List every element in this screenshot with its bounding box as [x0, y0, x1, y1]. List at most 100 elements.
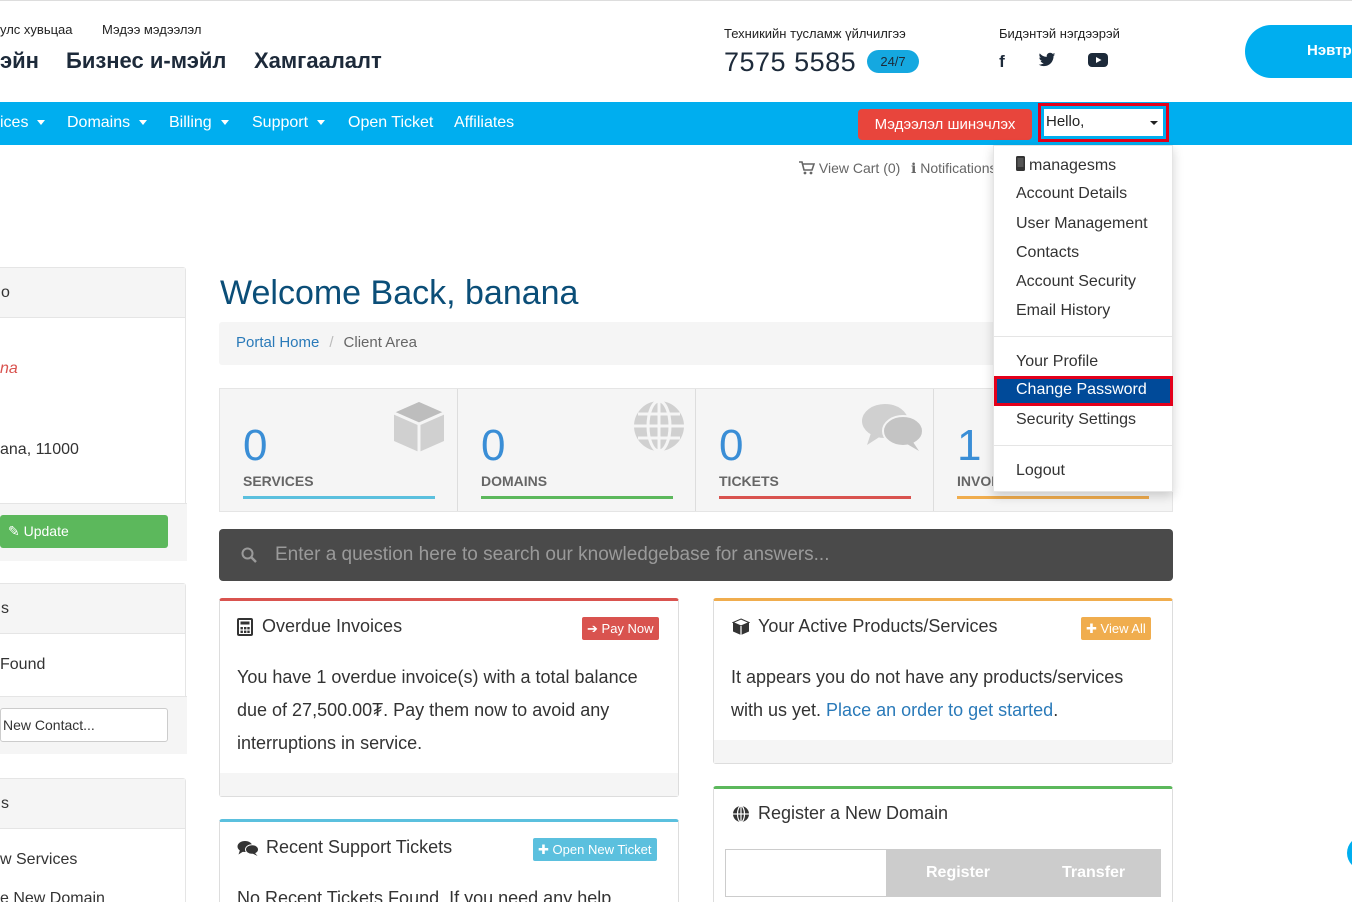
overdue-invoices-panel: Overdue Invoices ➔ Pay Now You have 1 ov… [219, 598, 679, 797]
update-info-button[interactable]: Мэдээлэл шинэчлэх [858, 109, 1032, 140]
active-products-title: Your Active Products/Services [758, 616, 998, 636]
pencil-icon: ✎ [8, 523, 20, 539]
globe-icon [733, 805, 749, 823]
breadcrumb-home[interactable]: Portal Home [236, 334, 319, 351]
shortcut-order-services[interactable]: w Services [0, 851, 77, 869]
overdue-line-2: due of 27,500.00₮. Pay them now to avoid… [237, 700, 610, 720]
account-menu-toggle[interactable]: Hello, [1038, 103, 1169, 142]
menu-item-your-profile[interactable]: Your Profile [1016, 353, 1098, 371]
tile-tickets-count: 0 [719, 421, 744, 470]
products-line-2-prefix: with us yet. [731, 700, 827, 720]
hello-label: Hello, [1046, 113, 1085, 130]
youtube-icon[interactable] [1088, 52, 1108, 72]
domain-search-input[interactable] [725, 849, 887, 897]
register-domain-panel: Register a New Domain Register Transfer [713, 786, 1173, 902]
active-products-footer [714, 740, 1172, 763]
nav-domains[interactable]: Domains [67, 114, 148, 132]
account-dropdown-menu: managesms Account Details User Managemen… [993, 145, 1173, 492]
chat-widget-button[interactable] [1347, 836, 1352, 870]
nav-support[interactable]: Support [252, 114, 326, 132]
new-contact-select[interactable]: New Contact... [0, 708, 168, 742]
recent-tickets-title: Recent Support Tickets [266, 837, 453, 857]
sidebar-shortcuts-title: s [0, 779, 185, 829]
kb-search-bar[interactable]: Enter a question here to search our know… [219, 529, 1173, 581]
nav-open-ticket[interactable]: Open Ticket [348, 114, 433, 132]
pay-now-button[interactable]: ➔ Pay Now [582, 617, 659, 640]
menu-item-email-history[interactable]: Email History [1016, 302, 1110, 320]
caret-down-icon [139, 120, 148, 126]
view-all-button[interactable]: ✚ View All [1081, 617, 1151, 640]
notifications-link[interactable]: i Notifications [911, 160, 995, 177]
tile-services-bar [243, 496, 435, 499]
active-products-text: It appears you do not have any products/… [731, 661, 1161, 727]
shortcut-register-domain[interactable]: e New Domain [0, 890, 105, 902]
view-cart-link[interactable]: View Cart (0) [799, 160, 900, 176]
view-cart-label: View Cart (0) [818, 160, 901, 176]
products-line-2: with us yet. Place an order to get start… [731, 694, 1161, 727]
sidebar-account-title: o [0, 268, 185, 318]
menu-divider [994, 445, 1172, 446]
nav-affiliates[interactable]: Affiliates [454, 114, 514, 132]
products-line-2-suffix: . [1053, 700, 1059, 720]
caret-down-icon [317, 120, 326, 126]
menu-item-security-settings[interactable]: Security Settings [1016, 411, 1136, 429]
tile-invoices-label: INVOI [957, 473, 996, 489]
cube-icon [732, 618, 750, 635]
breadcrumb-separator: / [329, 334, 334, 351]
kb-search-input[interactable]: Enter a question here to search our know… [275, 544, 830, 566]
tile-domains[interactable]: 0 DOMAINS [458, 389, 696, 511]
menu-item-change-password[interactable]: Change Password [994, 376, 1173, 406]
nav-billing[interactable]: Billing [169, 114, 229, 132]
transfer-domain-button[interactable]: Transfer [1062, 864, 1125, 882]
twitter-icon[interactable] [1038, 52, 1056, 72]
products-line-1: It appears you do not have any products/… [731, 667, 1124, 687]
menu-item-logout[interactable]: Logout [1016, 462, 1065, 480]
info-icon: i [911, 161, 917, 177]
domain-actions: Register Transfer [887, 849, 1161, 897]
page-title: Welcome Back, banana [220, 274, 579, 312]
overdue-invoices-footer [220, 773, 678, 796]
sidebar-account-address: ana, 11000 [0, 441, 79, 458]
support-phone[interactable]: 7575 5585 [724, 47, 856, 78]
header-link-business-email[interactable]: Бизнес и-мэйл [66, 48, 226, 74]
open-new-ticket-button[interactable]: ✚ Open New Ticket [533, 838, 657, 861]
update-details-button[interactable]: ✎ Update [0, 515, 168, 548]
header-link-news[interactable]: Мэдээ мэдээлэл [102, 22, 201, 37]
place-order-link[interactable]: Place an order to get started [826, 700, 1053, 720]
menu-item-managesms[interactable]: managesms [1016, 156, 1116, 175]
login-button[interactable]: Нэвтрэх [1245, 25, 1352, 78]
overdue-invoices-text: You have 1 overdue invoice(s) with a tot… [237, 661, 667, 760]
overdue-line-3: interruptions in service. [237, 733, 423, 753]
tile-services[interactable]: 0 SERVICES [220, 389, 458, 511]
menu-item-account-security[interactable]: Account Security [1016, 273, 1136, 291]
tile-domains-bar [481, 496, 673, 499]
social-label: Бидэнтэй нэгдээрэй [999, 26, 1120, 41]
menu-item-account-details[interactable]: Account Details [1016, 185, 1127, 203]
nav-services-label: ices [0, 114, 29, 131]
register-domain-title: Register a New Domain [758, 803, 949, 823]
recent-tickets-text: No Recent Tickets Found. If you need any… [237, 888, 617, 902]
support-label: Техникийн тусламж үйлчилгээ [724, 26, 906, 41]
menu-item-contacts[interactable]: Contacts [1016, 244, 1079, 262]
menu-item-managesms-label: managesms [1029, 157, 1117, 174]
plus-icon: ✚ [1086, 621, 1097, 636]
overdue-invoices-title: Overdue Invoices [262, 616, 403, 636]
register-domain-button[interactable]: Register [926, 864, 990, 882]
tile-domains-label: DOMAINS [481, 473, 548, 489]
search-icon [241, 547, 257, 563]
header-link-shares[interactable]: улс хувьцаа [0, 22, 73, 37]
tile-tickets[interactable]: 0 TICKETS [696, 389, 934, 511]
caret-down-icon [220, 120, 229, 126]
tile-services-count: 0 [243, 421, 268, 470]
tile-invoices-bar [957, 496, 1149, 499]
header-link-domain[interactable]: эйн [0, 48, 39, 74]
view-all-label: View All [1100, 621, 1146, 636]
nav-billing-label: Billing [169, 114, 212, 131]
facebook-icon[interactable]: f [996, 52, 1008, 72]
plus-icon: ✚ [538, 842, 549, 857]
account-menu-select[interactable]: Hello, [1044, 109, 1163, 136]
header-link-security[interactable]: Хамгаалалт [254, 48, 382, 74]
nav-services[interactable]: ices [0, 114, 46, 132]
comments-icon [862, 404, 924, 451]
menu-item-user-management[interactable]: User Management [1016, 215, 1148, 233]
